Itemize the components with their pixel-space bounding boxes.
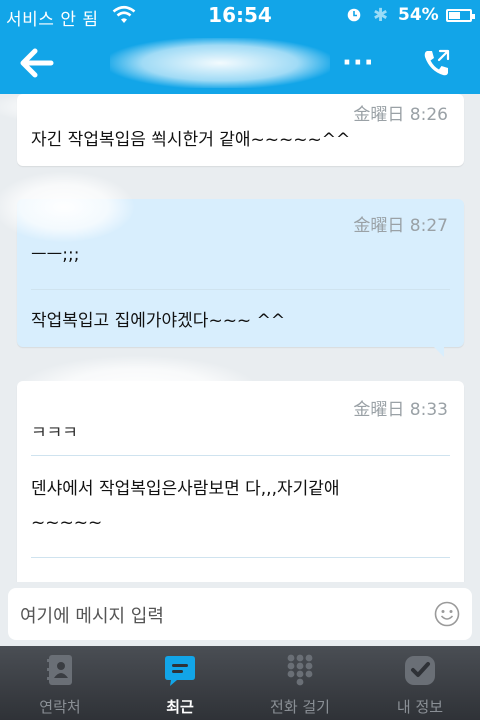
message-input[interactable]: 여기에 메시지 입력: [8, 588, 472, 640]
redaction-blur: [0, 172, 134, 242]
message-text: ~~~~~: [31, 513, 103, 533]
profile-icon: [405, 656, 435, 685]
bluetooth-icon: ✱: [373, 5, 389, 26]
tab-label: 최근: [166, 698, 194, 716]
message-divider: [31, 289, 450, 290]
more-options-button[interactable]: ···: [342, 48, 375, 78]
back-arrow-icon[interactable]: [18, 46, 56, 80]
tab-dialpad[interactable]: 전화 걸기: [240, 646, 360, 720]
battery-icon: [446, 9, 475, 22]
chat-header: ···: [0, 32, 480, 94]
message-text: 작업복입고 집에가야겠다~~~ ^^: [31, 311, 286, 331]
message-text: 자긴 작업복입음 쐭시한거 같애~~~~~^^: [31, 130, 351, 150]
battery-fill: [449, 12, 460, 19]
contacts-icon: [47, 655, 72, 685]
message-divider: [31, 557, 450, 558]
message-timestamp: 金曜日 8:27: [353, 216, 448, 236]
message-text: ㅡㅡ;;;: [31, 245, 80, 265]
recent-chat-icon: [165, 656, 195, 686]
tab-recent[interactable]: 최근: [120, 646, 240, 720]
message-timestamp: 金曜日 8:33: [353, 400, 448, 420]
composer-bar: 여기에 메시지 입력: [0, 582, 480, 646]
tab-my-info[interactable]: 내 정보: [360, 646, 480, 720]
message-timestamp: 金曜日 8:26: [353, 105, 448, 125]
tab-label: 전화 걸기: [270, 698, 330, 716]
battery-percent: 54%: [398, 5, 439, 25]
message-list[interactable]: 金曜日 8:26 자긴 작업복입음 쐭시한거 같애~~~~~^^ 金曜日 8:2…: [0, 94, 480, 582]
emoticon-icon[interactable]: [434, 601, 460, 627]
message-text: 덴샤에서 작업복입은사람보면 다,,,자기같애: [31, 479, 340, 499]
message-text: ㅋㅋㅋ: [31, 423, 78, 443]
tab-label: 연락처: [39, 698, 81, 716]
dialpad-icon: [287, 654, 313, 686]
alarm-clock-icon: [347, 8, 361, 22]
redaction-blur: [18, 356, 258, 426]
bottom-tab-bar: 연락처 최근 전화 걸기 내 정보: [0, 646, 480, 720]
battery-nub: [472, 14, 475, 19]
tab-contacts[interactable]: 연락처: [0, 646, 120, 720]
message-divider: [31, 455, 450, 456]
tab-label: 내 정보: [396, 698, 444, 716]
status-bar: 서비스 안 됨 16:54 ✱ 54%: [0, 0, 480, 32]
phone-call-icon[interactable]: [418, 45, 454, 81]
redacted-contact-name: [110, 38, 330, 88]
message-input-placeholder: 여기에 메시지 입력: [20, 606, 164, 627]
bubble-tail: [434, 347, 444, 357]
